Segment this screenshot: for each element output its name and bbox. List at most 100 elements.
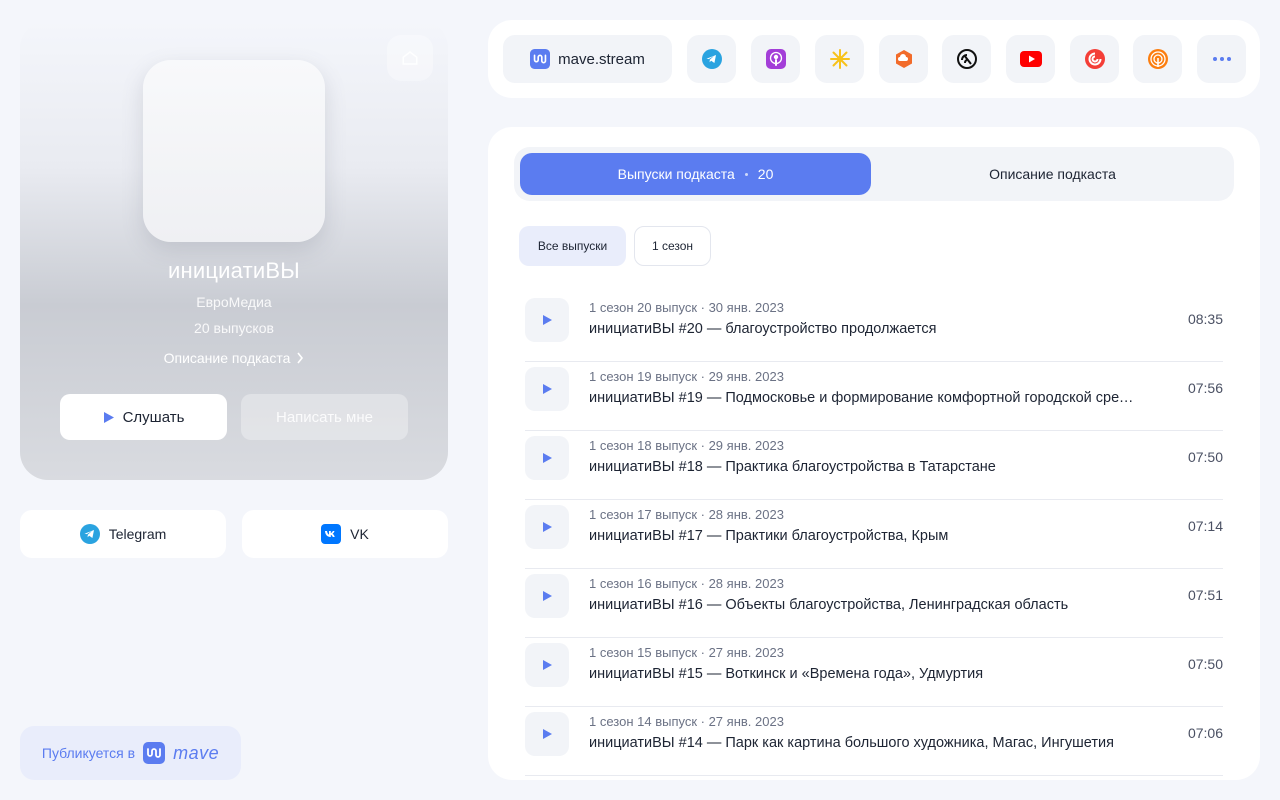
- tab-episodes-count: 20: [757, 166, 774, 182]
- episode-title[interactable]: инициатиВЫ #15 — Воткинск и «Времена год…: [589, 666, 1149, 682]
- list-item[interactable]: 1 сезон 14 выпуск · 27 янв. 2023 инициат…: [525, 707, 1223, 776]
- listen-label: Слушать: [122, 408, 185, 426]
- castbox-icon: [956, 49, 977, 69]
- podcast-description-link[interactable]: Описание подкаста: [20, 350, 448, 366]
- list-item[interactable]: 1 сезон 17 выпуск · 28 янв. 2023 инициат…: [525, 500, 1223, 569]
- play-icon: [542, 729, 552, 739]
- list-item[interactable]: 1 сезон 15 выпуск · 27 янв. 2023 инициат…: [525, 638, 1223, 707]
- episode-duration: 07:50: [1187, 449, 1223, 465]
- episode-play-button[interactable]: [525, 505, 569, 549]
- podcast-header-card: инициатиВЫ ЕвроМедиа 20 выпусков Описани…: [20, 20, 448, 480]
- listen-button[interactable]: Слушать: [60, 394, 227, 440]
- pocket-casts-icon: [1084, 49, 1105, 69]
- play-icon: [542, 315, 552, 325]
- apple-podcasts-platform-button[interactable]: [751, 35, 800, 83]
- play-icon: [103, 411, 114, 423]
- episode-meta: 1 сезон 15 выпуск · 27 янв. 2023: [589, 645, 784, 660]
- episode-play-button[interactable]: [525, 712, 569, 756]
- vk-social-button[interactable]: VK: [242, 510, 448, 558]
- overcast-platform-button[interactable]: [1133, 35, 1182, 83]
- episode-list: 1 сезон 20 выпуск · 30 янв. 2023 инициат…: [525, 293, 1223, 776]
- episode-duration: 08:35: [1187, 311, 1223, 327]
- episode-play-button[interactable]: [525, 367, 569, 411]
- telegram-platform-button[interactable]: [687, 35, 736, 83]
- list-item[interactable]: 1 сезон 16 выпуск · 28 янв. 2023 инициат…: [525, 569, 1223, 638]
- episode-meta: 1 сезон 14 выпуск · 27 янв. 2023: [589, 714, 784, 729]
- platforms-bar: mave.stream: [488, 20, 1260, 98]
- separator-dot: [744, 172, 748, 176]
- mave-stream-link[interactable]: mave.stream: [503, 35, 672, 83]
- pocket-casts-platform-button[interactable]: [1070, 35, 1119, 83]
- episode-duration: 07:14: [1187, 518, 1223, 534]
- tab-description[interactable]: Описание подкаста: [871, 153, 1234, 195]
- podcast-cover: [143, 60, 325, 242]
- podcast-author: ЕвроМедиа: [196, 294, 272, 310]
- episode-meta: 1 сезон 18 выпуск · 29 янв. 2023: [589, 438, 784, 453]
- list-item[interactable]: 1 сезон 19 выпуск · 29 янв. 2023 инициат…: [525, 362, 1223, 431]
- episode-meta: 1 сезон 20 выпуск · 30 янв. 2023: [589, 300, 784, 315]
- published-in-mave[interactable]: Публикуется в mave: [20, 726, 241, 780]
- telegram-icon: [701, 49, 722, 69]
- episode-title[interactable]: инициатиВЫ #18 — Практика благоустройств…: [589, 459, 1149, 475]
- play-icon: [542, 660, 552, 670]
- soundstream-platform-button[interactable]: [879, 35, 928, 83]
- home-icon: [402, 51, 418, 65]
- telegram-label: Telegram: [108, 526, 167, 542]
- yandex-music-icon: [829, 49, 850, 69]
- episode-title[interactable]: инициатиВЫ #19 — Подмосковье и формирова…: [589, 390, 1137, 406]
- mave-logo-icon: [530, 49, 551, 69]
- episode-meta: 1 сезон 16 выпуск · 28 янв. 2023: [589, 576, 784, 591]
- tab-description-label: Описание подкаста: [989, 166, 1116, 182]
- youtube-platform-button[interactable]: [1006, 35, 1055, 83]
- content-tabs: Выпуски подкаста 20 Описание подкаста: [514, 147, 1234, 201]
- mave-logo-icon: [143, 742, 166, 764]
- podcast-episodes-count: 20 выпусков: [194, 320, 274, 336]
- episode-title[interactable]: инициатиВЫ #14 — Парк как картина большо…: [589, 735, 1179, 751]
- youtube-icon: [1019, 51, 1042, 67]
- telegram-social-button[interactable]: Telegram: [20, 510, 226, 558]
- episode-title[interactable]: инициатиВЫ #16 — Объекты благоустройства…: [589, 597, 1149, 613]
- published-label: Публикуется в: [41, 745, 136, 761]
- episode-title[interactable]: инициатиВЫ #20 — благоустройство продолж…: [589, 321, 1149, 337]
- podcast-description-label: Описание подкаста: [163, 350, 291, 366]
- filter-all-episodes[interactable]: Все выпуски: [519, 226, 626, 266]
- write-me-label: Написать мне: [276, 408, 373, 426]
- mave-brand: mave: [173, 742, 220, 763]
- episodes-panel: Выпуски подкаста 20 Описание подкаста Вс…: [488, 127, 1260, 780]
- episode-duration: 07:50: [1187, 656, 1223, 672]
- apple-podcasts-icon: [765, 49, 786, 69]
- episode-duration: 07:56: [1187, 380, 1223, 396]
- episode-meta: 1 сезон 17 выпуск · 28 янв. 2023: [589, 507, 784, 522]
- more-platforms-button[interactable]: [1197, 35, 1246, 83]
- play-icon: [542, 522, 552, 532]
- telegram-icon: [79, 524, 100, 544]
- more-icon: [1212, 57, 1231, 61]
- filter-season-1[interactable]: 1 сезон: [634, 226, 711, 266]
- yandex-music-platform-button[interactable]: [815, 35, 864, 83]
- episode-duration: 07:51: [1187, 587, 1223, 603]
- mave-stream-label: mave.stream: [558, 50, 645, 68]
- vk-label: VK: [350, 526, 369, 542]
- soundstream-icon: [895, 50, 912, 68]
- play-icon: [542, 591, 552, 601]
- tab-episodes-label: Выпуски подкаста: [617, 166, 735, 182]
- tab-episodes[interactable]: Выпуски подкаста 20: [520, 153, 871, 195]
- play-icon: [542, 384, 552, 394]
- episode-play-button[interactable]: [525, 574, 569, 618]
- episode-meta: 1 сезон 19 выпуск · 29 янв. 2023: [589, 369, 784, 384]
- play-icon: [542, 453, 552, 463]
- episode-duration: 07:06: [1187, 725, 1223, 741]
- castbox-platform-button[interactable]: [942, 35, 991, 83]
- home-button[interactable]: [387, 35, 433, 81]
- overcast-icon: [1147, 49, 1168, 69]
- episode-play-button[interactable]: [525, 298, 569, 342]
- list-item[interactable]: 1 сезон 20 выпуск · 30 янв. 2023 инициат…: [525, 293, 1223, 362]
- podcast-title: инициатиВЫ: [168, 258, 300, 283]
- episode-play-button[interactable]: [525, 643, 569, 687]
- write-me-button[interactable]: Написать мне: [241, 394, 408, 440]
- chevron-right-icon: [297, 352, 304, 364]
- list-item[interactable]: 1 сезон 18 выпуск · 29 янв. 2023 инициат…: [525, 431, 1223, 500]
- vk-icon: [321, 524, 342, 544]
- episode-play-button[interactable]: [525, 436, 569, 480]
- episode-title[interactable]: инициатиВЫ #17 — Практики благоустройств…: [589, 528, 1149, 544]
